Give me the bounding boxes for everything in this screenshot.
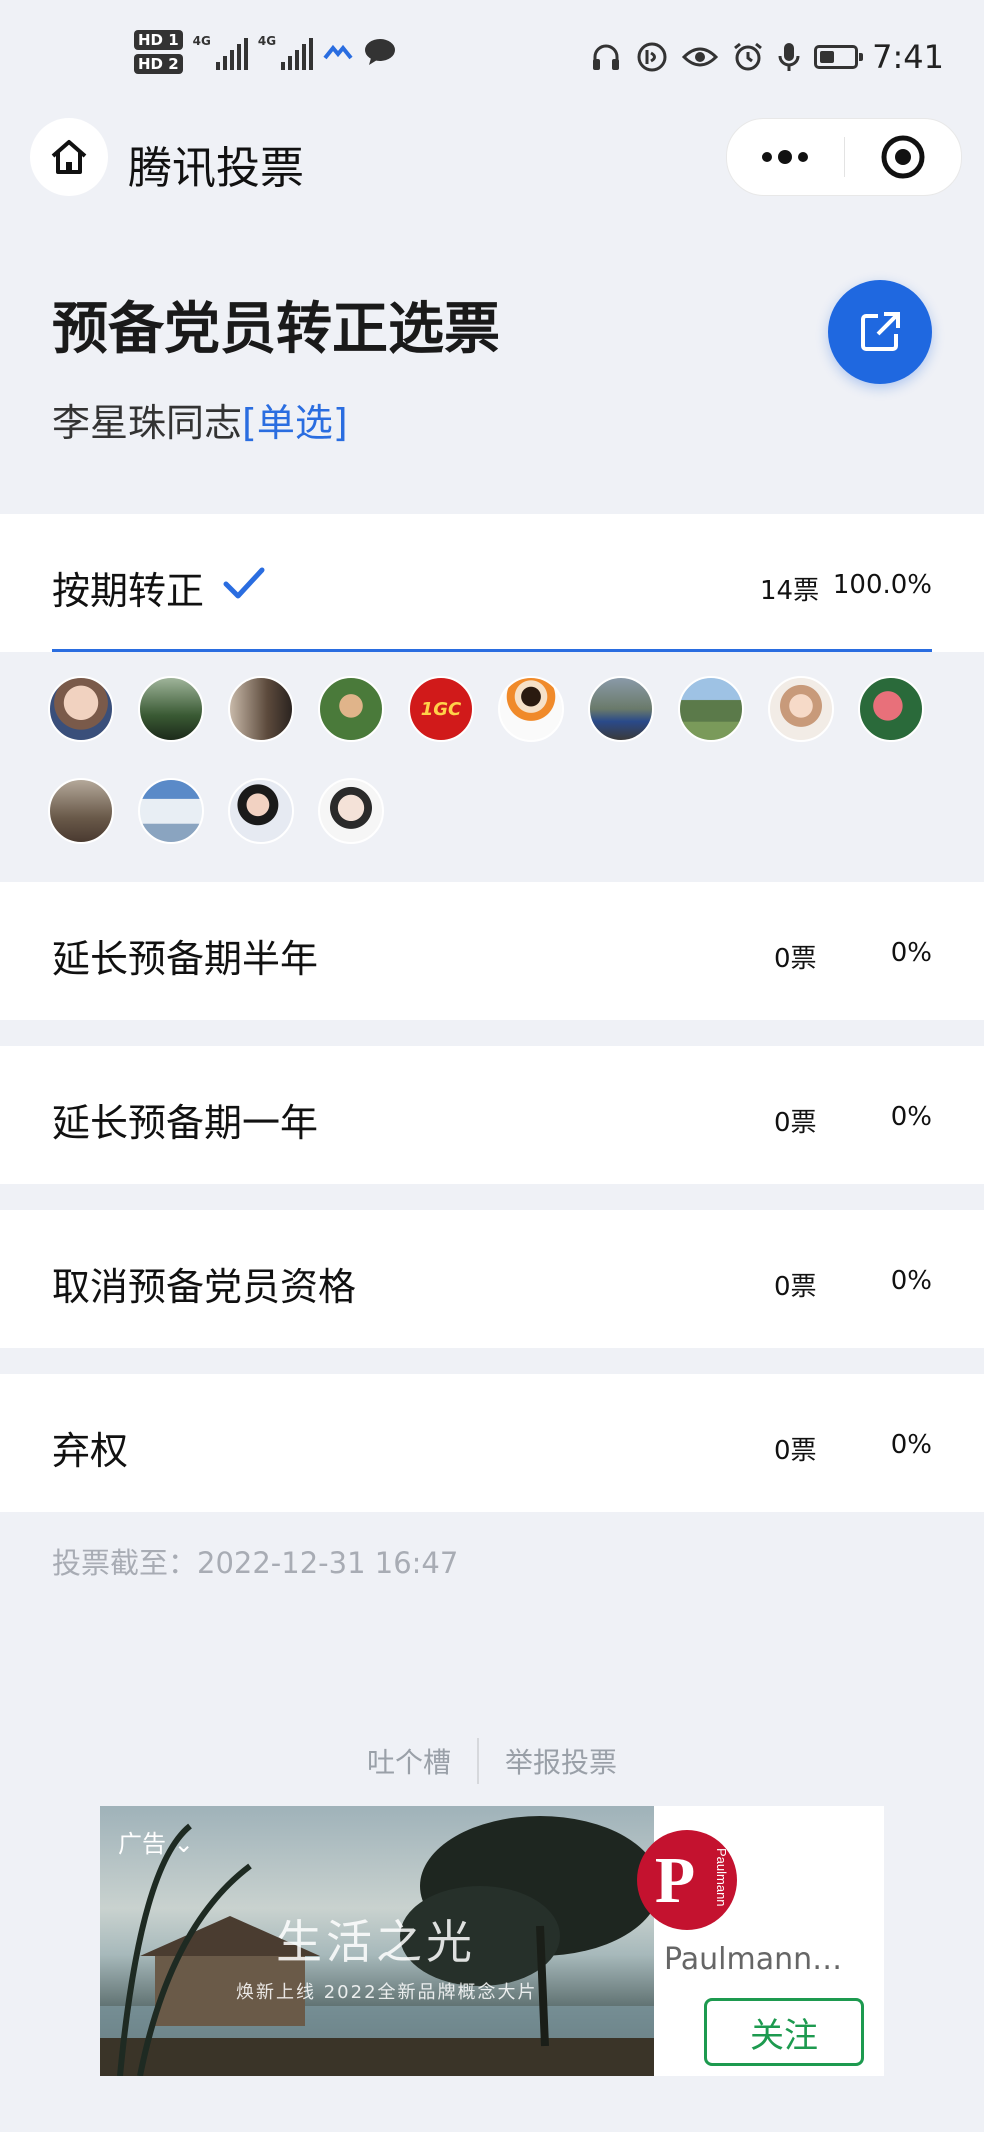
app-title: 腾讯投票 xyxy=(128,143,304,194)
home-button[interactable] xyxy=(30,118,108,196)
badge-text: 1GC xyxy=(420,698,462,720)
vote-subtitle: 李星珠同志[单选] xyxy=(52,392,348,447)
title-bar: 腾讯投票 xyxy=(0,118,984,198)
headphones-icon xyxy=(593,44,620,70)
single-choice-tag: [单选] xyxy=(242,401,348,445)
option-percent: 0% xyxy=(890,1102,932,1132)
ad-image[interactable]: 广告 ⌄ 生活之光 焕新上线 2022全新品牌概念大片 xyxy=(100,1806,654,2076)
ad-headline: 生活之光 xyxy=(276,1915,476,1969)
ad-subline: 焕新上线 2022全新品牌概念大片 xyxy=(236,1982,538,2003)
vote-title: 预备党员转正选票 xyxy=(52,297,500,362)
voter-avatar[interactable] xyxy=(318,778,384,844)
footer-links: 吐个槽 举报投票 xyxy=(0,1738,984,1784)
option-label: 按期转正 xyxy=(52,569,205,613)
svg-text:Paulmann: Paulmann xyxy=(714,1848,729,1907)
option-count: 0票 xyxy=(774,1108,817,1138)
option-count: 0票 xyxy=(774,944,817,974)
alarm-icon xyxy=(734,42,763,71)
status-right: 7:41 xyxy=(590,38,944,76)
voter-avatar[interactable] xyxy=(138,778,204,844)
option-label: 延长预备期半年 xyxy=(52,937,319,981)
option-percent: 0% xyxy=(890,1266,932,1296)
ad-banner[interactable]: 广告 ⌄ 生活之光 焕新上线 2022全新品牌概念大片 P Paulmann P… xyxy=(100,1806,884,2076)
share-button[interactable] xyxy=(828,280,932,384)
status-left: HD 1 HD 2 4G 4G xyxy=(134,30,397,74)
app-notification-icon xyxy=(323,44,353,60)
option-percent: 0% xyxy=(890,938,932,968)
ad-label[interactable]: 广告 ⌄ xyxy=(118,1824,194,1859)
voter-avatar[interactable] xyxy=(228,778,294,844)
voter-avatar[interactable] xyxy=(768,676,834,742)
voter-avatar[interactable] xyxy=(138,676,204,742)
voter-avatar[interactable] xyxy=(48,676,114,742)
voter-avatar[interactable] xyxy=(318,676,384,742)
more-dots-icon xyxy=(762,150,809,164)
option-row-2[interactable]: 延长预备期半年 0票 0% xyxy=(0,882,984,1020)
status-bar: HD 1 HD 2 4G 4G 7:41 xyxy=(0,0,984,120)
voter-avatar[interactable] xyxy=(48,778,114,844)
clock: 7:41 xyxy=(872,38,944,76)
signal-icon-1: 4G xyxy=(193,34,248,70)
microphone-icon xyxy=(778,43,800,71)
target-circle-icon xyxy=(881,135,925,179)
option-label: 延长预备期一年 xyxy=(52,1101,319,1145)
option-count: 14票 xyxy=(760,576,820,606)
voter-avatar[interactable] xyxy=(858,676,924,742)
report-link[interactable]: 举报投票 xyxy=(505,1741,617,1781)
nfc-icon xyxy=(637,42,667,72)
feedback-link[interactable]: 吐个槽 xyxy=(367,1741,451,1781)
option-row-4[interactable]: 取消预备党员资格 0票 0% xyxy=(0,1210,984,1348)
mini-program-capsule xyxy=(726,118,962,196)
eye-icon xyxy=(682,47,719,67)
hd-badge-1: HD 1 xyxy=(134,30,183,50)
checkmark-icon xyxy=(223,567,265,599)
option-row-1[interactable]: 按期转正 14票 100.0% xyxy=(0,514,984,652)
close-mini-program-button[interactable] xyxy=(845,119,962,195)
vote-deadline: 投票截至：2022-12-31 16:47 xyxy=(52,1546,459,1580)
signal-icon-2: 4G xyxy=(258,34,314,70)
hd-badge-2: HD 2 xyxy=(134,54,183,74)
chat-bubble-icon xyxy=(365,39,396,65)
option-percent: 0% xyxy=(890,1430,932,1460)
brand-logo: P Paulmann xyxy=(635,1828,739,1936)
brand-name: Paulmann柏... xyxy=(664,1942,864,1977)
voter-avatar[interactable]: 1GC xyxy=(408,676,474,742)
option-label: 取消预备党员资格 xyxy=(52,1265,357,1309)
follow-button[interactable]: 关注 xyxy=(704,1998,864,2066)
home-icon xyxy=(51,140,87,174)
option-percent: 100.0% xyxy=(832,570,932,600)
voter-avatar[interactable] xyxy=(498,676,564,742)
voter-avatar[interactable] xyxy=(678,676,744,742)
option-count: 0票 xyxy=(774,1272,817,1302)
vote-subject: 李星珠同志 xyxy=(52,401,243,445)
svg-text:P: P xyxy=(655,1844,695,1917)
option-row-3[interactable]: 延长预备期一年 0票 0% xyxy=(0,1046,984,1184)
option-count: 0票 xyxy=(774,1436,817,1466)
option-row-5[interactable]: 弃权 0票 0% xyxy=(0,1374,984,1512)
selected-underline xyxy=(52,649,932,652)
option-label: 弃权 xyxy=(52,1429,129,1473)
share-external-icon xyxy=(861,312,900,351)
voter-avatar[interactable] xyxy=(228,676,294,742)
voter-avatar[interactable] xyxy=(588,676,654,742)
more-button[interactable] xyxy=(727,119,844,195)
battery-icon xyxy=(814,45,864,69)
